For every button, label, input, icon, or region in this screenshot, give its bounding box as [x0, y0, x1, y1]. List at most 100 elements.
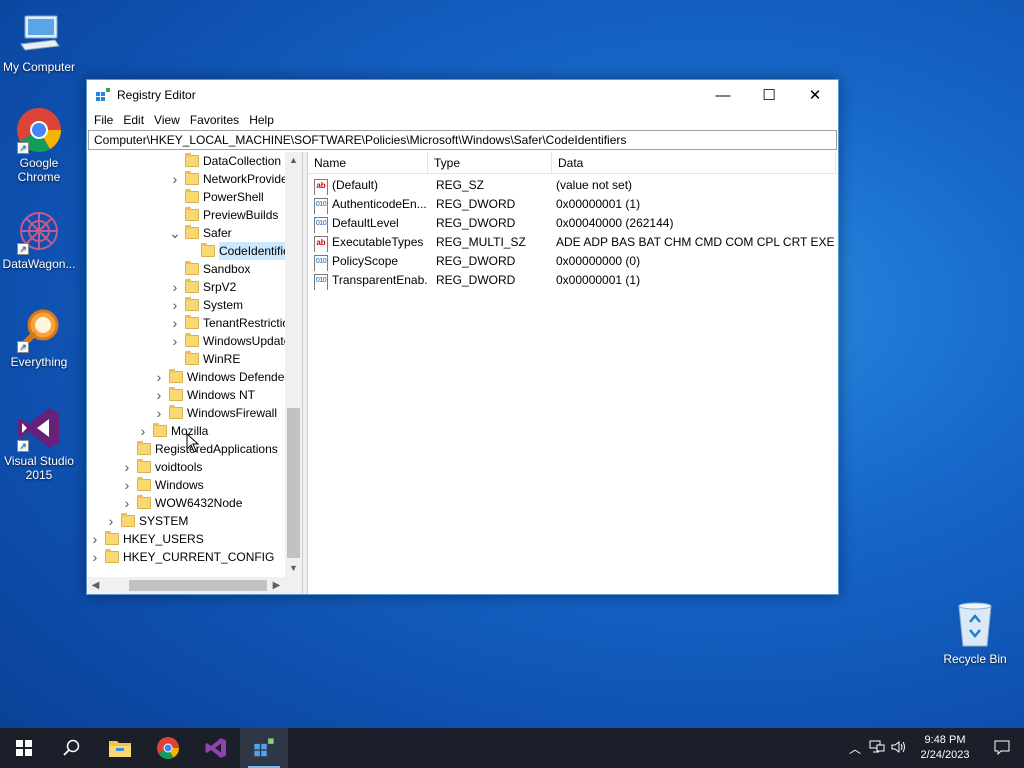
close-button[interactable]: ✕ [792, 80, 838, 110]
menu-file[interactable]: File [89, 113, 118, 127]
value-data: 0x00000000 (0) [556, 254, 641, 268]
chevron-right-icon[interactable]: › [105, 512, 117, 530]
chevron-right-icon[interactable]: › [153, 386, 165, 404]
scroll-left-icon[interactable]: ◀ [87, 577, 104, 594]
desktop-icon-label: Visual Studio 2015 [4, 454, 74, 482]
key-tree-pane[interactable]: DataCollection › NetworkProvider PowerShell… [87, 152, 303, 594]
tree-node[interactable]: › WindowsFirewall [153, 404, 277, 422]
tree-node[interactable]: › Windows [121, 476, 204, 494]
tree-node[interactable]: › SYSTEM [105, 512, 188, 530]
volume-icon[interactable] [888, 740, 910, 757]
windows-logo-icon [16, 740, 32, 756]
scroll-up-icon[interactable]: ▲ [285, 152, 302, 169]
chevron-right-icon[interactable]: › [153, 404, 165, 422]
taskbar-visual-studio[interactable] [192, 728, 240, 768]
tree-node[interactable]: › Windows Defender [153, 368, 288, 386]
maximize-button[interactable]: ☐ [746, 80, 792, 110]
network-icon[interactable] [866, 740, 888, 757]
tree-node[interactable]: › Windows NT [153, 386, 255, 404]
search-button[interactable] [48, 728, 96, 768]
taskbar-registry-editor[interactable] [240, 728, 288, 768]
string-value-icon: ab [314, 236, 328, 252]
value-type: REG_DWORD [436, 197, 516, 211]
menu-edit[interactable]: Edit [118, 113, 149, 127]
desktop-icon-datawagon[interactable]: ↗ DataWagon... [0, 207, 78, 271]
start-button[interactable] [0, 728, 48, 768]
chevron-right-icon[interactable]: › [169, 170, 181, 188]
visual-studio-icon: ↗ [15, 404, 63, 452]
folder-icon [137, 495, 151, 509]
value-row[interactable]: 010 DefaultLevel REG_DWORD 0x00040000 (2621… [308, 214, 838, 233]
tree-node[interactable]: › HKEY_USERS [89, 530, 204, 548]
title-bar[interactable]: Registry Editor — ☐ ✕ [87, 80, 838, 110]
tree-node[interactable]: › voidtools [121, 458, 202, 476]
column-header-name[interactable]: Name [308, 152, 428, 174]
chevron-right-icon[interactable]: › [169, 296, 181, 314]
desktop-icon-label: Google Chrome [17, 156, 61, 184]
tree-node[interactable]: › HKEY_CURRENT_CONFIG [89, 548, 274, 566]
show-hidden-icons-chevron-icon[interactable]: ︿ [844, 740, 866, 757]
tree-horizontal-scrollbar[interactable]: ◀ ▶ [87, 577, 302, 594]
scroll-thumb[interactable] [287, 408, 300, 558]
value-row[interactable]: 010 PolicyScope REG_DWORD 0x00000000 (0) [308, 252, 838, 271]
desktop-icon-my-computer[interactable]: My Computer [0, 10, 78, 74]
address-bar[interactable]: Computer\HKEY_LOCAL_MACHINE\SOFTWARE\Pol… [88, 130, 837, 150]
folder-icon [201, 243, 215, 257]
tree-node[interactable]: › WindowsUpdate [169, 332, 290, 350]
column-header-type[interactable]: Type [428, 152, 552, 174]
chevron-right-icon[interactable]: › [137, 422, 149, 440]
minimize-button[interactable]: — [700, 80, 746, 110]
scroll-down-icon[interactable]: ▼ [285, 560, 302, 577]
values-list-pane[interactable]: Name Type Data ab (Default) REG_SZ (value n… [307, 152, 838, 594]
chrome-icon: ↗ [15, 106, 63, 154]
taskbar-file-explorer[interactable] [96, 728, 144, 768]
value-type: REG_SZ [436, 178, 485, 192]
tree-node[interactable]: › WOW6432Node [121, 494, 242, 512]
tree-vertical-scrollbar[interactable]: ▲ ▼ [285, 152, 302, 577]
chevron-right-icon[interactable]: › [121, 458, 133, 476]
menu-view[interactable]: View [149, 113, 185, 127]
chevron-right-icon[interactable]: › [169, 332, 181, 350]
chevron-right-icon[interactable]: › [89, 548, 101, 566]
desktop-icon-google-chrome[interactable]: ↗ Google Chrome [0, 106, 78, 184]
chevron-down-icon[interactable]: ⌄ [169, 226, 181, 240]
menu-help[interactable]: Help [244, 113, 279, 127]
value-row[interactable]: ab (Default) REG_SZ (value not set) [308, 176, 838, 195]
chevron-right-icon[interactable]: › [121, 494, 133, 512]
folder-icon [137, 459, 151, 473]
clock-date: 2/24/2023 [920, 749, 970, 761]
tree-node-label: HKEY_USERS [123, 532, 204, 546]
tree-node[interactable]: PowerShell [169, 188, 264, 206]
tree-node[interactable]: › System [169, 296, 243, 314]
tree-node[interactable]: DataCollection [169, 152, 281, 170]
tree-node[interactable]: WinRE [169, 350, 240, 368]
value-row[interactable]: 010 TransparentEnab... REG_DWORD 0x00000001… [308, 271, 838, 290]
clock[interactable]: 9:48 PM 2/24/2023 [910, 733, 980, 763]
tree-node[interactable]: › NetworkProvider [169, 170, 292, 188]
tree-node[interactable]: CodeIdentifiers [185, 242, 300, 260]
chevron-right-icon[interactable]: › [169, 278, 181, 296]
column-header-data[interactable]: Data [552, 152, 836, 174]
value-row[interactable]: 010 AuthenticodeEn... REG_DWORD 0x00000001 … [308, 195, 838, 214]
scroll-thumb[interactable] [129, 580, 267, 591]
taskbar-chrome[interactable] [144, 728, 192, 768]
desktop-icon-visual-studio[interactable]: ↗ Visual Studio 2015 [0, 404, 78, 482]
chevron-right-icon[interactable]: › [89, 530, 101, 548]
chevron-right-icon[interactable]: › [169, 314, 181, 332]
desktop-icon-everything[interactable]: ↗ Everything [0, 305, 78, 369]
chrome-icon [157, 737, 179, 759]
desktop-icon-recycle-bin[interactable]: Recycle Bin [940, 600, 1010, 666]
tree-node[interactable]: Sandbox [169, 260, 250, 278]
tree-node[interactable]: PreviewBuilds [169, 206, 278, 224]
scroll-right-icon[interactable]: ▶ [268, 577, 285, 594]
notifications-icon[interactable] [980, 739, 1024, 758]
value-row[interactable]: ab ExecutableTypes REG_MULTI_SZ ADE ADP BAS… [308, 233, 838, 252]
chevron-right-icon[interactable]: › [153, 368, 165, 386]
tree-node-label: RegisteredApplications [155, 442, 278, 456]
tree-node[interactable]: › SrpV2 [169, 278, 236, 296]
tree-node[interactable]: › TenantRestrictions [169, 314, 302, 332]
menu-favorites[interactable]: Favorites [185, 113, 244, 127]
chevron-right-icon[interactable]: › [121, 476, 133, 494]
tree-node[interactable]: ⌄ Safer [169, 224, 232, 242]
file-explorer-icon [109, 741, 131, 757]
